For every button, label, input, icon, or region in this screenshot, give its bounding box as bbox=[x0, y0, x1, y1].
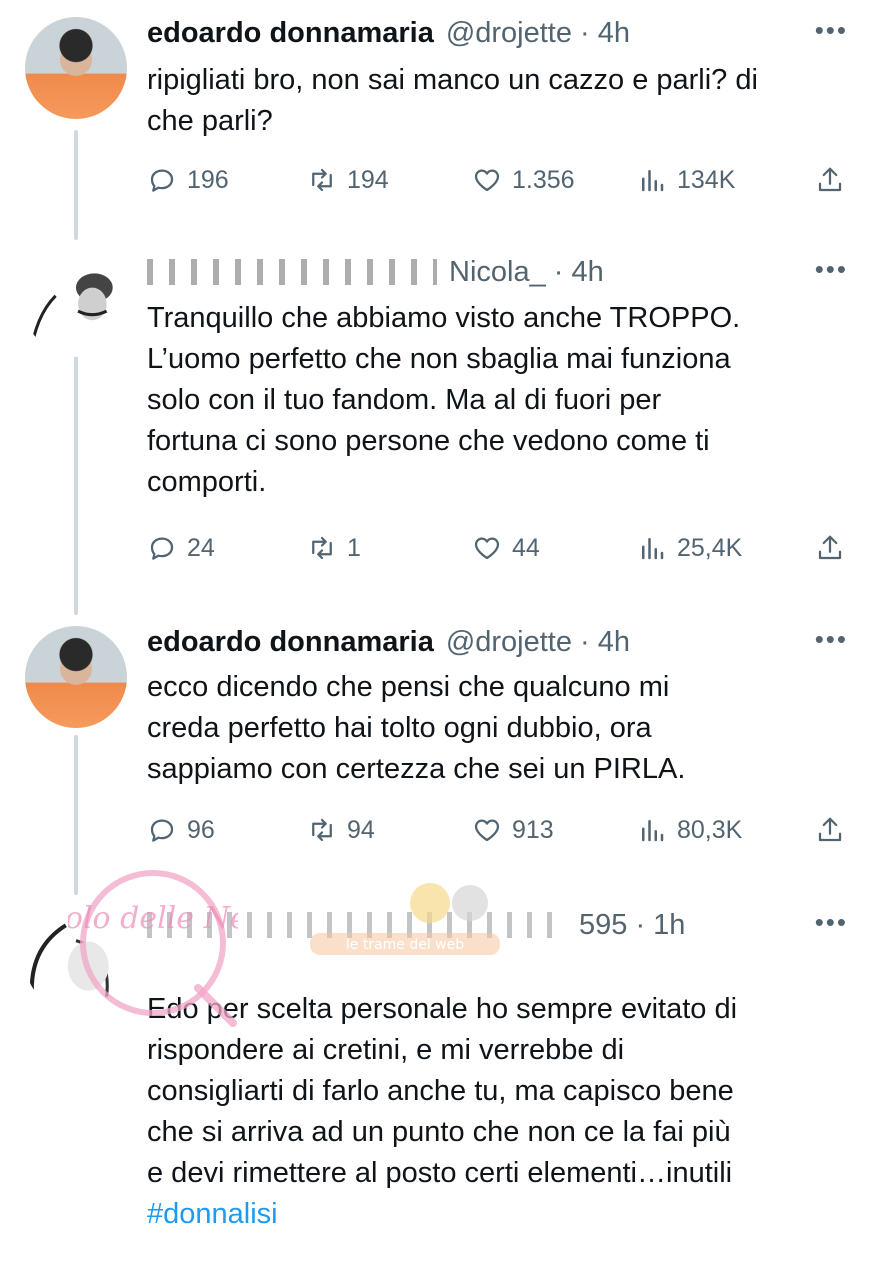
reply-icon bbox=[150, 819, 174, 842]
views-button[interactable]: 80,3K bbox=[637, 810, 742, 850]
views-count: 134K bbox=[677, 165, 736, 194]
like-button[interactable]: 44 bbox=[472, 528, 540, 568]
retweet-count: 94 bbox=[347, 815, 375, 844]
views-button[interactable]: 134K bbox=[637, 160, 735, 200]
like-count: 913 bbox=[512, 815, 554, 844]
avatar-image bbox=[28, 273, 113, 357]
tweet-actions: 96 94 913 80,3K bbox=[147, 810, 852, 850]
tweet-header: Nicola_ · 4h ••• bbox=[147, 252, 848, 292]
tweet[interactable]: edoardo donnamaria @drojette · 4h ••• ri… bbox=[0, 0, 878, 230]
tweet[interactable]: Nicola_ · 4h ••• Tranquillo che abbiamo … bbox=[0, 230, 878, 600]
retweet-count: 194 bbox=[347, 165, 389, 194]
author-name[interactable]: edoardo donnamaria bbox=[147, 626, 434, 659]
more-icon[interactable]: ••• bbox=[815, 624, 848, 655]
heart-icon bbox=[474, 537, 500, 560]
author-handle[interactable]: @drojette · 4h bbox=[446, 626, 630, 659]
more-icon[interactable]: ••• bbox=[815, 254, 848, 285]
like-count: 1.356 bbox=[512, 165, 575, 194]
reply-icon bbox=[150, 537, 174, 560]
author-handle[interactable]: @drojette · 4h bbox=[446, 17, 630, 50]
tweet-actions: 24 1 44 25,4K bbox=[147, 528, 852, 568]
author-name-obscured[interactable] bbox=[147, 259, 437, 285]
share-button[interactable] bbox=[815, 810, 845, 850]
tweet-text: Tranquillo che abbiamo visto anche TROPP… bbox=[147, 302, 741, 498]
views-count: 80,3K bbox=[677, 815, 743, 844]
like-button[interactable]: 1.356 bbox=[472, 160, 575, 200]
share-button[interactable] bbox=[815, 160, 845, 200]
reply-button[interactable]: 96 bbox=[147, 810, 215, 850]
avatar-image bbox=[29, 923, 109, 1008]
tweet-header: edoardo donnamaria @drojette · 4h ••• bbox=[147, 622, 848, 662]
retweet-button[interactable]: 94 bbox=[307, 810, 375, 850]
share-icon bbox=[818, 817, 842, 842]
share-icon bbox=[818, 535, 842, 560]
views-button[interactable]: 25,4K bbox=[637, 528, 742, 568]
retweet-icon bbox=[312, 168, 332, 192]
heart-icon bbox=[474, 819, 500, 842]
avatar[interactable] bbox=[25, 626, 127, 728]
tweet-header: 595 · 1h ••• bbox=[147, 905, 848, 945]
author-name-obscured[interactable] bbox=[147, 912, 567, 938]
retweet-icon bbox=[312, 536, 332, 560]
author-handle[interactable]: Nicola_ · 4h bbox=[449, 256, 604, 289]
tweet[interactable]: 595 · 1h ••• Edo per scelta personale ho… bbox=[0, 890, 878, 1230]
views-icon bbox=[642, 538, 664, 560]
heart-icon bbox=[474, 169, 500, 192]
views-icon bbox=[642, 170, 664, 192]
share-button[interactable] bbox=[815, 528, 845, 568]
reply-count: 96 bbox=[187, 815, 215, 844]
more-icon[interactable]: ••• bbox=[815, 15, 848, 46]
tweet-text-content: Edo per scelta personale ho sempre evita… bbox=[147, 993, 738, 1189]
retweet-button[interactable]: 1 bbox=[307, 528, 361, 568]
like-count: 44 bbox=[512, 533, 540, 562]
views-count: 25,4K bbox=[677, 533, 743, 562]
like-button[interactable]: 913 bbox=[472, 810, 554, 850]
retweet-count: 1 bbox=[347, 533, 361, 562]
reply-icon bbox=[150, 169, 174, 192]
reply-count: 24 bbox=[187, 533, 215, 562]
author-handle[interactable]: 595 · 1h bbox=[579, 909, 685, 942]
reply-button[interactable]: 196 bbox=[147, 160, 229, 200]
avatar[interactable] bbox=[25, 17, 127, 119]
share-icon bbox=[818, 167, 842, 192]
author-name[interactable]: edoardo donnamaria bbox=[147, 17, 434, 50]
reply-count: 196 bbox=[187, 165, 229, 194]
more-icon[interactable]: ••• bbox=[815, 907, 848, 938]
tweet-header: edoardo donnamaria @drojette · 4h ••• bbox=[147, 13, 848, 53]
views-icon bbox=[642, 820, 664, 842]
conversation-thread: edoardo donnamaria @drojette · 4h ••• ri… bbox=[0, 0, 878, 1230]
reply-button[interactable]: 24 bbox=[147, 528, 215, 568]
hashtag-link[interactable]: #donnalisi bbox=[147, 1194, 847, 1235]
retweet-button[interactable]: 194 bbox=[307, 160, 389, 200]
tweet-text: ripigliati bro, non sai manco un cazzo e… bbox=[147, 64, 758, 137]
retweet-icon bbox=[312, 818, 332, 842]
tweet-actions: 196 194 1.356 134K bbox=[147, 160, 852, 200]
avatar[interactable] bbox=[25, 255, 127, 357]
tweet-text: Edo per scelta personale ho sempre evita… bbox=[147, 948, 847, 1276]
tweet-text: ecco dicendo che pensi che qualcuno mi c… bbox=[147, 671, 686, 785]
tweet[interactable]: edoardo donnamaria @drojette · 4h ••• ec… bbox=[0, 610, 878, 880]
avatar[interactable] bbox=[25, 910, 127, 1012]
